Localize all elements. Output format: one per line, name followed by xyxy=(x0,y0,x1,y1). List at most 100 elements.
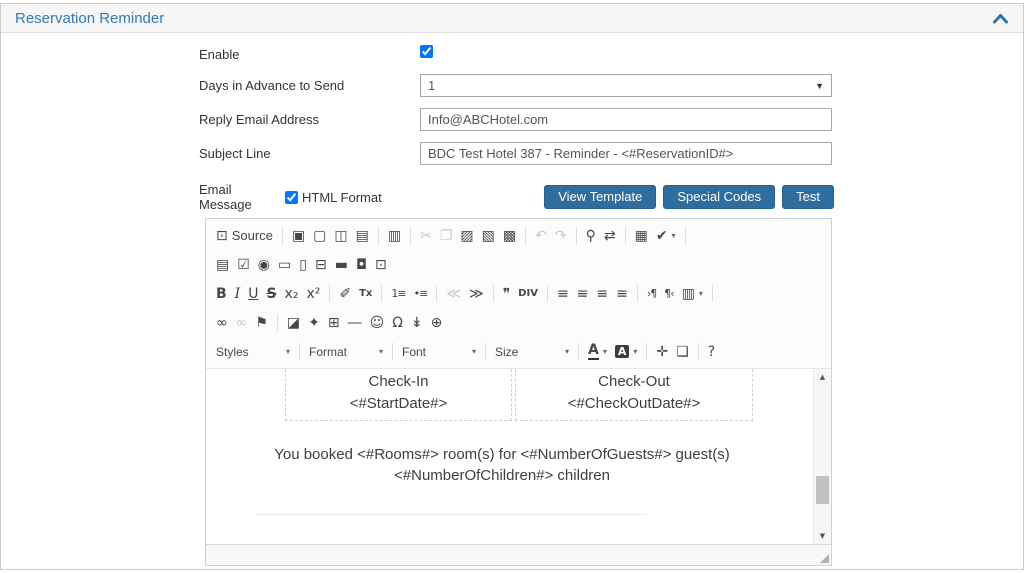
test-button[interactable]: Test xyxy=(782,185,834,209)
paragraph-format-dropdown-label: Format xyxy=(309,344,348,359)
source-button[interactable]: ⊡ Source xyxy=(213,224,276,248)
language-button[interactable]: ▥ ▾ xyxy=(679,282,706,306)
bulleted-list-button[interactable]: •≡ xyxy=(411,282,431,306)
save-button[interactable]: ▣ xyxy=(289,224,308,248)
styles-dropdown[interactable]: Styles ▾ xyxy=(212,345,294,359)
find-button[interactable]: ⚲ xyxy=(583,224,599,248)
scroll-up-arrow-icon[interactable]: ▲ xyxy=(814,369,831,385)
decrease-indent-button: ≪ xyxy=(443,282,464,306)
about-button[interactable]: ? xyxy=(705,340,718,364)
resize-handle[interactable] xyxy=(820,554,829,563)
superscript-icon: x² xyxy=(306,285,321,302)
print-button[interactable]: ▤ xyxy=(353,224,372,248)
text-field-button[interactable]: ▭ xyxy=(275,253,294,277)
text-color-button[interactable]: A ▾ xyxy=(585,340,610,364)
increase-indent-button[interactable]: ≫ xyxy=(466,282,487,306)
anchor-button[interactable]: ⚑ xyxy=(252,311,271,335)
chevron-down-icon: ▾ xyxy=(602,347,607,356)
toolbar-separator xyxy=(636,285,638,302)
toolbar-separator xyxy=(711,285,713,302)
subject-line-row: Subject Line xyxy=(199,142,1023,165)
align-left-button[interactable]: ≡ xyxy=(554,282,572,306)
toolbar-separator xyxy=(377,227,379,244)
hidden-field-button[interactable]: ⊡ xyxy=(372,253,390,277)
subject-line-input[interactable] xyxy=(420,142,832,165)
special-character-button[interactable]: Ω xyxy=(389,311,406,335)
hidden-field-icon: ⊡ xyxy=(375,256,387,273)
preview-button[interactable]: ◫ xyxy=(331,224,350,248)
text-direction-ltr-button[interactable]: ›¶ xyxy=(644,282,659,306)
view-template-button[interactable]: View Template xyxy=(544,185,657,209)
subscript-icon: x₂ xyxy=(284,285,299,302)
chevron-down-icon: ▾ xyxy=(671,231,676,240)
maximize-button[interactable]: ✛ xyxy=(653,340,671,364)
text-color-icon: A xyxy=(588,342,599,361)
editor-content-area[interactable]: Check-In <#StartDate#> Check-Out <#Check… xyxy=(206,369,831,544)
paste-from-word-icon: ▩ xyxy=(502,227,517,244)
link-button[interactable]: ∞ xyxy=(213,311,231,335)
scrollbar-thumb[interactable] xyxy=(816,476,829,504)
superscript-button[interactable]: x² xyxy=(303,282,323,306)
checkbox-field-button[interactable]: ☑ xyxy=(234,253,253,277)
show-blocks-button[interactable]: ❏ xyxy=(673,340,692,364)
paste-as-text-button[interactable]: ▧ xyxy=(479,224,498,248)
flash-button[interactable]: ✦ xyxy=(305,311,323,335)
days-in-advance-value: 1 xyxy=(428,78,436,93)
paste-button[interactable]: ▨ xyxy=(457,224,476,248)
button-field-button[interactable]: ▬ xyxy=(332,253,351,277)
align-center-button[interactable]: ≡ xyxy=(574,282,592,306)
background-color-button[interactable]: A ▾ xyxy=(612,340,641,364)
unlink-icon: ∞ xyxy=(235,314,248,331)
font-size-dropdown-label: Size xyxy=(495,344,519,359)
justify-button[interactable]: ≡ xyxy=(613,282,631,306)
cut-button: ✂ xyxy=(417,224,435,248)
radio-button-button[interactable]: ◉ xyxy=(255,253,273,277)
table-icon: ⊞ xyxy=(327,314,340,331)
scroll-down-arrow-icon[interactable]: ▼ xyxy=(814,528,831,544)
redo-icon: ↷ xyxy=(554,227,567,244)
spell-check-button[interactable]: ✔ ▾ xyxy=(653,224,679,248)
create-div-button[interactable]: DIV xyxy=(515,282,541,306)
enable-checkbox[interactable] xyxy=(420,45,433,58)
paste-from-word-button[interactable]: ▩ xyxy=(500,224,519,248)
iframe-button[interactable]: ⊕ xyxy=(428,311,446,335)
font-name-dropdown[interactable]: Font ▾ xyxy=(398,345,480,359)
collapse-panel-button[interactable] xyxy=(992,12,1009,25)
smiley-button[interactable]: ☺ xyxy=(367,311,388,335)
replace-button[interactable]: ⇄ xyxy=(601,224,619,248)
strikethrough-button[interactable]: S xyxy=(263,282,279,306)
image-button[interactable]: ◪ xyxy=(284,311,303,335)
special-codes-button[interactable]: Special Codes xyxy=(663,185,776,209)
editor-scrollbar[interactable]: ▲ ▼ xyxy=(813,369,831,544)
italic-button[interactable]: I xyxy=(232,282,244,306)
subscript-button[interactable]: x₂ xyxy=(282,282,302,306)
blockquote-icon: ❞ xyxy=(502,285,511,302)
horizontal-rule-button[interactable]: ― xyxy=(345,311,365,335)
image-button-button[interactable]: ◘ xyxy=(353,253,370,277)
text-direction-rtl-button[interactable]: ¶‹ xyxy=(661,282,676,306)
select-all-button[interactable]: ▦ xyxy=(632,224,651,248)
templates-button[interactable]: ▥ xyxy=(385,224,404,248)
textarea-field-button[interactable]: ▯ xyxy=(296,253,310,277)
form-button[interactable]: ▤ xyxy=(213,253,232,277)
blockquote-button[interactable]: ❞ xyxy=(500,282,514,306)
font-size-dropdown[interactable]: Size ▾ xyxy=(491,345,573,359)
html-format-checkbox[interactable] xyxy=(285,190,298,204)
numbered-list-button[interactable]: 1≡ xyxy=(388,282,408,306)
underline-button[interactable]: U xyxy=(245,282,261,306)
page-break-button[interactable]: ↡ xyxy=(408,311,426,335)
copy-formatting-button[interactable]: ✐ xyxy=(336,282,354,306)
toolbar-row-styles: Styles ▾ Format ▾ Font ▾ Size ▾ A ▾ A ▾ ✛ ❏? xyxy=(212,337,825,366)
reply-email-input[interactable] xyxy=(420,108,832,131)
new-page-button[interactable]: ▢ xyxy=(310,224,329,248)
days-in-advance-select[interactable]: 1 ▼ xyxy=(420,74,832,97)
toolbar-row-forms: ▤ ☑ ◉ ▭ ▯ ⊟ ▬ ◘ ⊡ xyxy=(212,250,825,279)
link-icon: ∞ xyxy=(216,314,228,331)
bold-button[interactable]: B xyxy=(213,282,230,306)
enable-label: Enable xyxy=(199,46,240,62)
remove-format-button[interactable]: Tx xyxy=(356,282,375,306)
table-button[interactable]: ⊞ xyxy=(325,311,343,335)
paragraph-format-dropdown[interactable]: Format ▾ xyxy=(305,345,387,359)
align-right-button[interactable]: ≡ xyxy=(593,282,611,306)
select-field-button[interactable]: ⊟ xyxy=(312,253,330,277)
